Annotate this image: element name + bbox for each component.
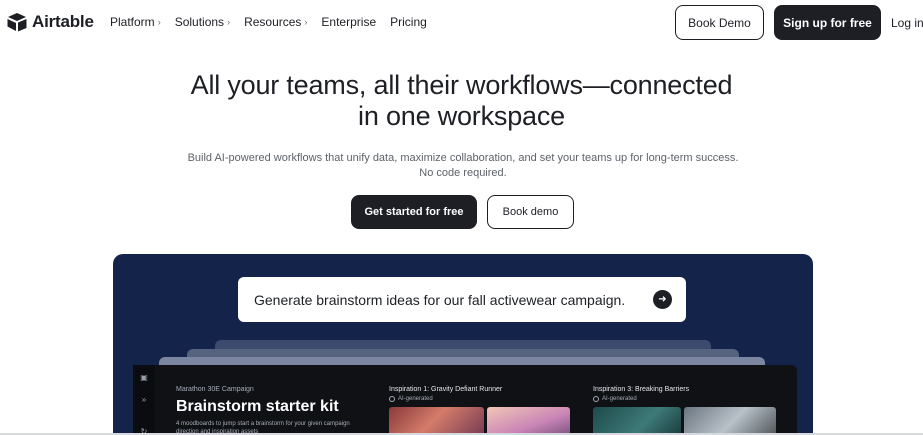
menu-item-platform[interactable]: Platform › bbox=[110, 15, 161, 29]
menu-item-pricing[interactable]: Pricing bbox=[390, 15, 427, 29]
inspiration-card-1[interactable]: Inspiration 1: Gravity Defiant Runner AI… bbox=[389, 386, 502, 402]
menu-item-label: Enterprise bbox=[321, 15, 377, 29]
get-started-button[interactable]: Get started for free bbox=[351, 195, 477, 229]
ai-prompt-box[interactable]: Generate brainstorm ideas for our fall a… bbox=[238, 277, 686, 322]
airtable-logo[interactable]: Airtable bbox=[6, 12, 94, 32]
inspiration-card-3[interactable]: Inspiration 3: Breaking Barriers AI-gene… bbox=[593, 386, 689, 402]
campaign-name: Marathon 30E Campaign bbox=[176, 386, 254, 393]
menu-item-label: Resources bbox=[244, 15, 302, 29]
inspiration-image[interactable] bbox=[389, 407, 484, 435]
app-sidebar-rail: ▣ » ↻ bbox=[133, 365, 155, 435]
hero-headline-line2: in one workspace bbox=[358, 101, 565, 131]
menu-item-label: Platform bbox=[110, 15, 155, 29]
inspiration-image[interactable] bbox=[593, 407, 681, 435]
double-chevron-icon[interactable]: » bbox=[139, 395, 149, 405]
top-navigation: Airtable Platform › Solutions › Resource… bbox=[0, 0, 923, 46]
sparkle-icon bbox=[389, 396, 395, 402]
panel-title: Brainstorm starter kit bbox=[176, 398, 339, 415]
inspiration-image[interactable] bbox=[684, 407, 776, 435]
inspiration-title: Inspiration 1: Gravity Defiant Runner bbox=[389, 386, 503, 393]
log-in-link[interactable]: Log in bbox=[891, 16, 923, 30]
ai-generated-label: AI-generated bbox=[398, 396, 433, 402]
menu-item-label: Solutions bbox=[174, 15, 225, 29]
send-arrow-icon[interactable]: ➜ bbox=[653, 290, 672, 309]
hero-book-demo-button[interactable]: Book demo bbox=[487, 195, 574, 229]
brand-name: Airtable bbox=[32, 12, 94, 31]
chevron-right-icon: › bbox=[304, 17, 308, 27]
menu-item-resources[interactable]: Resources › bbox=[244, 15, 307, 29]
product-showcase: Generate brainstorm ideas for our fall a… bbox=[113, 254, 813, 435]
ai-generated-label: AI-generated bbox=[602, 396, 637, 402]
airtable-logo-icon bbox=[7, 13, 27, 32]
sparkle-icon bbox=[593, 396, 599, 402]
menu-item-solutions[interactable]: Solutions › bbox=[175, 15, 230, 29]
chevron-right-icon: › bbox=[227, 17, 231, 27]
ai-generated-tag: AI-generated bbox=[593, 396, 689, 402]
hero-headline: All your teams, all their workflows—conn… bbox=[0, 70, 923, 132]
hero-subheading: Build AI-powered workflows that unify da… bbox=[187, 152, 739, 179]
hero-headline-line1: All your teams, all their workflows—conn… bbox=[190, 70, 733, 100]
menu-item-enterprise[interactable]: Enterprise bbox=[321, 15, 376, 29]
image-icon[interactable]: ▣ bbox=[139, 373, 149, 383]
book-demo-button[interactable]: Book Demo bbox=[675, 5, 764, 40]
ai-prompt-text: Generate brainstorm ideas for our fall a… bbox=[254, 291, 626, 308]
menu-item-label: Pricing bbox=[390, 15, 427, 29]
main-menu: Platform › Solutions › Resources › Enter… bbox=[110, 15, 427, 29]
ai-generated-tag: AI-generated bbox=[389, 396, 502, 402]
chevron-right-icon: › bbox=[157, 17, 161, 27]
inspiration-image[interactable] bbox=[487, 407, 570, 435]
inspiration-title: Inspiration 3: Breaking Barriers bbox=[593, 386, 690, 393]
app-preview-window: ▣ » ↻ Marathon 30E Campaign Brainstorm s… bbox=[133, 365, 797, 435]
brainstorm-panel: Marathon 30E Campaign Brainstorm starter… bbox=[163, 365, 373, 435]
sign-up-button[interactable]: Sign up for free bbox=[774, 5, 881, 40]
